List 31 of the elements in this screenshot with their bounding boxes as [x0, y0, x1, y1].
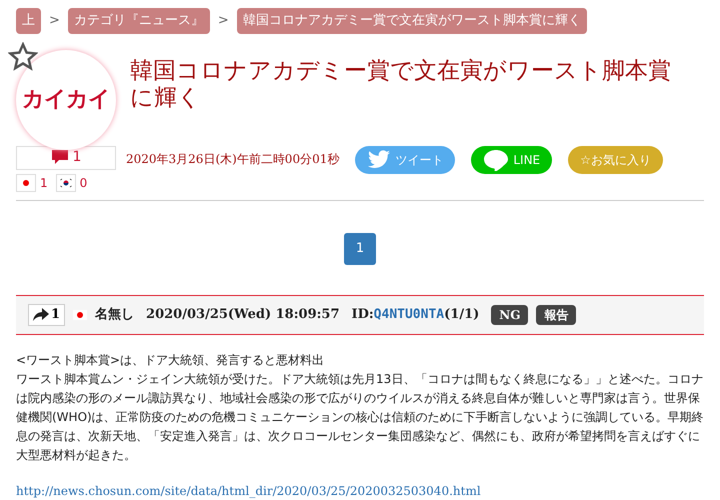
bird-icon [367, 150, 392, 170]
breadcrumb-separator: > [49, 12, 60, 30]
breadcrumb-link[interactable]: 上 [16, 8, 41, 34]
post-text: <ワースト脚本賞>は、ドア大統領、発言すると悪材料出 [16, 352, 326, 368]
speech-bubble-icon [483, 148, 510, 170]
share-arrow-icon [33, 308, 49, 321]
user-id-link[interactable]: Q4NTU0NTA [374, 304, 444, 324]
poster-name: 名無し [95, 306, 134, 324]
id-label: ID: [352, 306, 374, 324]
reply-button[interactable]: 1 [28, 304, 66, 326]
post-date: 2020年3月26日(木)午前二時00分01秒 [126, 150, 340, 168]
breadcrumb-link[interactable]: カテゴリ『ニュース』 [68, 8, 210, 34]
breadcrumb-link[interactable]: 韓国コロナアカデミー賞で文在寅がワースト脚本賞に輝く [236, 8, 587, 34]
ng-button[interactable]: NG [491, 304, 528, 324]
vote-count: 0 [80, 174, 88, 192]
report-button[interactable]: 報告 [536, 304, 576, 324]
article-title: 韓国コロナアカデミー賞で文在寅がワースト脚本賞に輝く [130, 58, 672, 113]
comment-icon [50, 149, 69, 166]
id-post-count: (1/1) [444, 306, 480, 324]
vote-button[interactable] [56, 174, 76, 192]
logo: カイカイ [16, 50, 116, 150]
page-button[interactable]: 1 [344, 232, 376, 264]
line-button[interactable]: LINE [471, 146, 552, 174]
post-text: ワースト脚本賞ムン・ジェイン大統領が受けた。ドア大統領は先月13日、「コロナは間もなく終息になる」」と述べた。コロナは院内感染の形のメール諏訪異なり、地域社会感染の形で広がりのウイルスが消える終息自体が難しいと専門家は言う。世界保健機関(WHO)は、正常防疫のための危機コミュニケーションの核心は信頼のために下手断言しないように強調している。早期終息の発言は、次新天地、「安定進入発言」は、次クロコールセンター集団感染など、偶然にも、政府が希望拷問を言えばすぐに大型悪材料が起きた。 [16, 370, 704, 464]
breadcrumb-separator: > [218, 12, 229, 30]
comment-count[interactable]: 1 [16, 146, 116, 170]
post-datetime: 2020/03/25(Wed) 18:09:57 [146, 306, 340, 324]
vote-count: 1 [40, 174, 48, 192]
source-link[interactable]: http://news.chosun.com/site/data/html_dir/2020/03/25/2020032503040.html [16, 484, 481, 498]
favorite-star-icon[interactable] [8, 42, 38, 72]
tweet-button[interactable]: ツイート [355, 146, 456, 174]
